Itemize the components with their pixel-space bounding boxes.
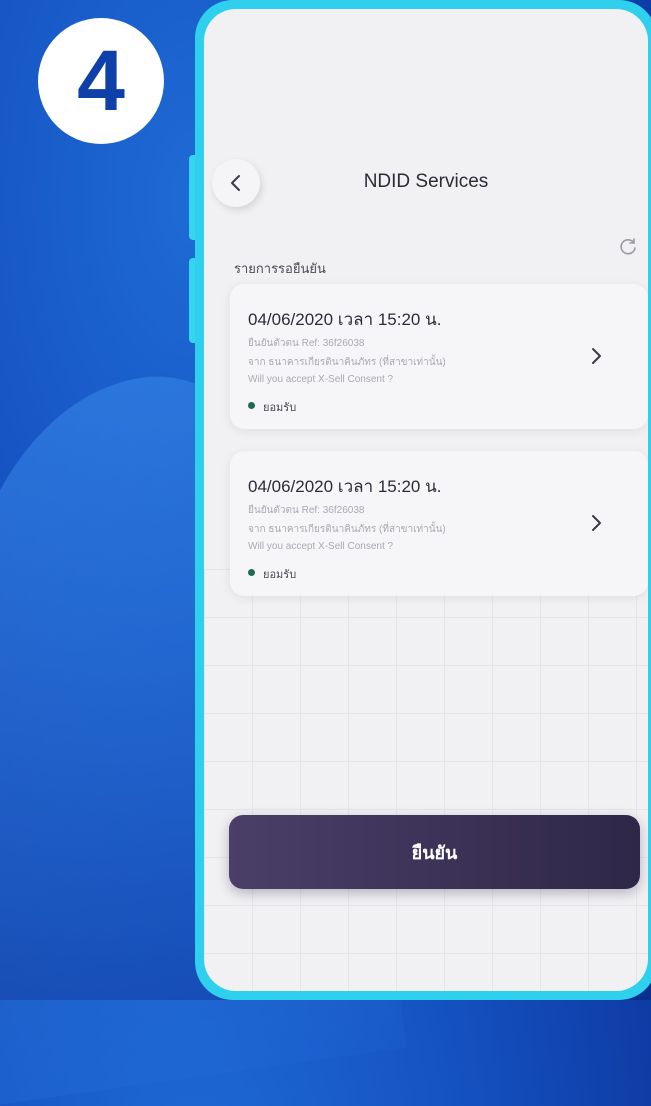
request-ref: ยืนยันตัวตน Ref: 36f26038 (248, 505, 365, 516)
request-question: Will you accept X-Sell Consent ? (248, 374, 394, 385)
chevron-right-icon[interactable] (587, 511, 607, 535)
step-badge: 4 (38, 18, 164, 144)
request-card[interactable]: 04/06/2020 เวลา 15:20 น. ยืนยันตัวตน Ref… (230, 284, 648, 429)
refresh-icon[interactable] (616, 235, 640, 259)
page-title: NDID Services (363, 171, 489, 192)
request-card[interactable]: 04/06/2020 เวลา 15:20 น. ยืนยันตัวตน Ref… (230, 451, 648, 596)
request-from: จาก ธนาคารเกียรตินาคินภัทร (ที่สาขาเท่าน… (248, 524, 446, 535)
confirm-button[interactable]: ยืนยัน (229, 815, 640, 889)
request-datetime: 04/06/2020 เวลา 15:20 น. (248, 310, 442, 329)
request-datetime: 04/06/2020 เวลา 15:20 น. (248, 477, 442, 496)
status-label: ยอมรับ (263, 402, 297, 414)
section-label: รายการรอยืนยัน (234, 261, 326, 276)
confirm-button-label: ยืนยัน (411, 842, 458, 863)
request-from: จาก ธนาคารเกียรตินาคินภัทร (ที่สาขาเท่าน… (248, 357, 446, 368)
status-dot (248, 402, 255, 409)
status-dot (248, 569, 255, 576)
grid-background (204, 569, 648, 991)
chevron-right-icon[interactable] (587, 344, 607, 368)
request-question: Will you accept X-Sell Consent ? (248, 541, 394, 552)
request-ref: ยืนยันตัวตน Ref: 36f26038 (248, 338, 365, 349)
app-screen: NDID Services รายการรอยืนยัน 04/06/2020 … (204, 9, 648, 991)
app-header: NDID Services (204, 149, 648, 209)
status-label: ยอมรับ (263, 569, 297, 581)
phone-frame: NDID Services รายการรอยืนยัน 04/06/2020 … (195, 0, 651, 1000)
step-number: 4 (77, 32, 125, 129)
